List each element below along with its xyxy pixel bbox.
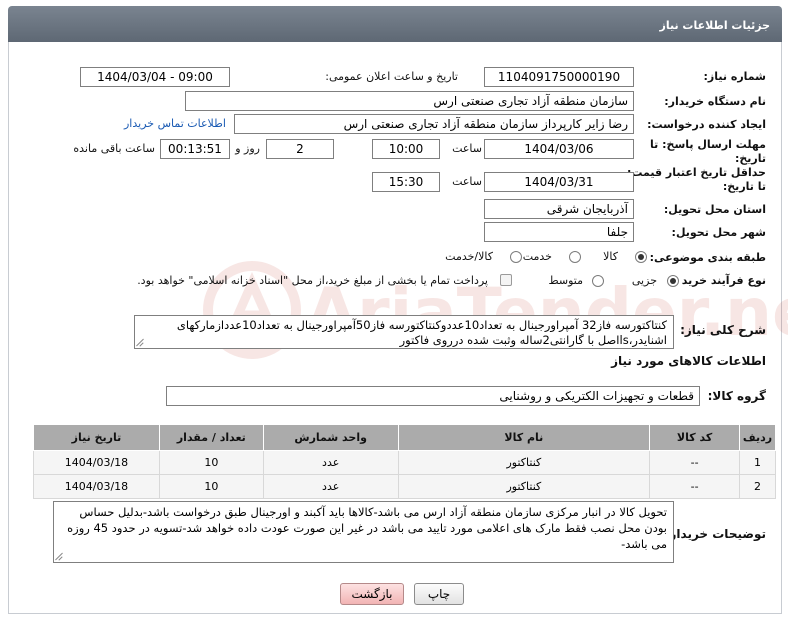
validity-time-field: 15:30 xyxy=(372,172,440,192)
process-radio-medium[interactable] xyxy=(592,275,604,287)
deadline-time-label: ساعت xyxy=(452,142,482,155)
category-radio-service[interactable] xyxy=(569,251,581,263)
buyer-contact-link[interactable]: اطلاعات تماس خریدار xyxy=(124,117,226,130)
category-radio-both[interactable] xyxy=(510,251,522,263)
city-label: شهر محل تحویل: xyxy=(671,226,766,239)
category-option-both: کالا/خدمت xyxy=(445,250,493,263)
col-code-header: کد کالا xyxy=(649,424,741,451)
remaining-label: ساعت باقی مانده xyxy=(73,142,155,155)
items-table: ردیف کد کالا نام کالا واحد شمارش تعداد /… xyxy=(33,424,776,499)
need-number-field: 1104091750000190 xyxy=(484,67,634,87)
goods-group-field: قطعات و تجهیزات الکتریکی و روشنایی xyxy=(166,386,700,406)
process-option-medium: متوسط xyxy=(548,274,583,287)
table-header-row: ردیف کد کالا نام کالا واحد شمارش تعداد /… xyxy=(33,424,776,451)
cell-code: -- xyxy=(649,450,741,475)
deadline-date-field: 1404/03/06 xyxy=(484,139,634,159)
days-label: روز و xyxy=(235,142,260,155)
category-radio-goods[interactable] xyxy=(635,251,647,263)
description-text: کنتاکتورسه فاز32 آمپراورجینال به تعداد10… xyxy=(176,318,667,347)
cell-unit: عدد xyxy=(262,474,399,499)
payment-note: پرداخت تمام یا بخشی از مبلغ خرید،از محل … xyxy=(137,274,488,287)
col-row-header: ردیف xyxy=(739,424,776,451)
category-option-service: خدمت xyxy=(522,250,552,263)
cell-name: کنتاکتور xyxy=(397,474,651,499)
cell-code: -- xyxy=(649,474,741,499)
category-option-goods: کالا xyxy=(603,250,618,263)
validity-time-label: ساعت xyxy=(452,175,482,188)
col-unit-header: واحد شمارش xyxy=(262,424,399,451)
panel-title: جزئیات اطلاعات نیاز xyxy=(659,19,771,32)
buyer-org-field: سازمان منطقه آزاد تجاری صنعتی ارس xyxy=(185,91,634,111)
col-date-header: تاریخ نیاز xyxy=(33,424,160,451)
validity-date-field: 1404/03/31 xyxy=(484,172,634,192)
remaining-time-field: 00:13:51 xyxy=(160,139,230,159)
cell-date: 1404/03/18 xyxy=(33,474,160,499)
print-button[interactable]: چاپ xyxy=(414,583,464,605)
need-number-label: شماره نیاز: xyxy=(703,70,766,83)
validity-label: حداقل تاریخ اعتبار قیمت: xyxy=(626,166,766,179)
announce-field: 1404/03/04 - 09:00 xyxy=(80,67,230,87)
deadline-label: مهلت ارسال پاسخ: تا xyxy=(650,138,766,151)
process-label: نوع فرآیند خرید : xyxy=(673,274,766,287)
buyer-notes-text: تحویل کالا در انبار مرکزی سازمان منطقه آ… xyxy=(67,505,667,551)
cell-row: 1 xyxy=(739,450,776,475)
col-name-header: نام کالا xyxy=(397,424,651,451)
description-label: شرح کلی نیاز: xyxy=(680,323,766,337)
cell-qty: 10 xyxy=(158,450,264,475)
resize-grip-icon[interactable] xyxy=(136,338,145,347)
deadline-time-field: 10:00 xyxy=(372,139,440,159)
requester-field: رضا زایر کارپرداز سازمان منطقه آزاد تجار… xyxy=(234,114,634,134)
category-label: طبقه بندی موضوعی: xyxy=(649,251,766,264)
goods-group-label: گروه کالا: xyxy=(707,389,766,403)
validity-label-date: تا تاریخ: xyxy=(722,180,766,193)
goods-section-title: اطلاعات کالاهای مورد نیاز xyxy=(611,354,766,368)
table-row: 2 -- کنتاکتور عدد 10 1404/03/18 xyxy=(33,474,776,499)
process-radio-minor[interactable] xyxy=(667,275,679,287)
col-qty-header: تعداد / مقدار xyxy=(158,424,264,451)
cell-qty: 10 xyxy=(158,474,264,499)
cell-row: 2 xyxy=(739,474,776,499)
cell-name: کنتاکتور xyxy=(397,450,651,475)
treasury-payment-checkbox[interactable] xyxy=(500,274,512,286)
resize-grip-icon[interactable] xyxy=(55,552,64,561)
announce-label: تاریخ و ساعت اعلان عمومی: xyxy=(325,70,458,83)
panel-header: جزئیات اطلاعات نیاز xyxy=(8,6,782,42)
province-field: آذربایجان شرقی xyxy=(484,199,634,219)
province-label: استان محل تحویل: xyxy=(663,203,766,216)
table-row: 1 -- کنتاکتور عدد 10 1404/03/18 xyxy=(33,450,776,475)
city-field: جلفا xyxy=(484,222,634,242)
cell-date: 1404/03/18 xyxy=(33,450,160,475)
buyer-notes-label: توضیحات خریدار: xyxy=(664,527,766,541)
deadline-label-date: تاریخ: xyxy=(734,152,766,165)
back-button[interactable]: بازگشت xyxy=(340,583,404,605)
buyer-org-label: نام دستگاه خریدار: xyxy=(664,95,766,108)
cell-unit: عدد xyxy=(262,450,399,475)
requester-label: ایجاد کننده درخواست: xyxy=(647,118,766,131)
description-textarea[interactable]: کنتاکتورسه فاز32 آمپراورجینال به تعداد10… xyxy=(134,315,674,349)
days-remaining-field: 2 xyxy=(266,139,334,159)
process-option-minor: جزیی xyxy=(631,274,657,287)
buyer-notes-textarea[interactable]: تحویل کالا در انبار مرکزی سازمان منطقه آ… xyxy=(53,501,674,563)
